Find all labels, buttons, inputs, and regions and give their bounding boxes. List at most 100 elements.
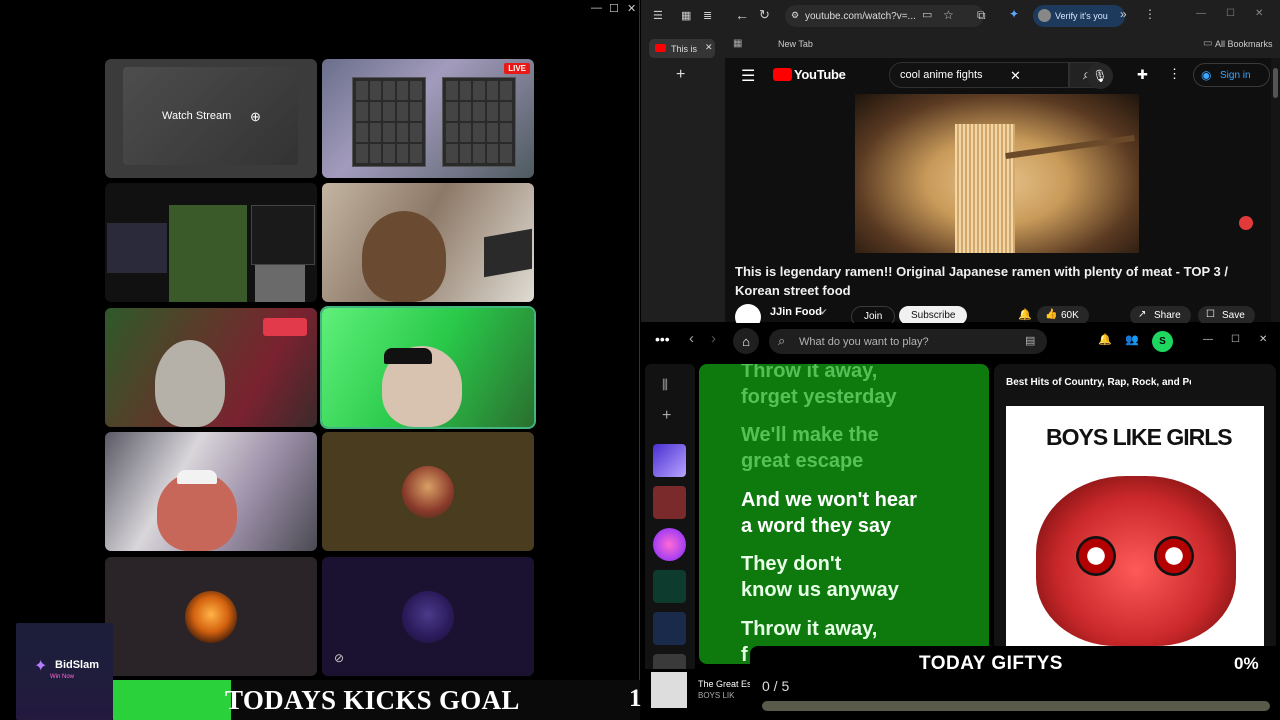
all-bookmarks[interactable]: All Bookmarks: [1215, 39, 1273, 49]
friends-activity-icon[interactable]: 👥: [1125, 333, 1139, 346]
menu-dots-icon[interactable]: ⋮: [1144, 7, 1156, 21]
notification-bell-icon[interactable]: 🔔: [1018, 308, 1032, 321]
playlist-title[interactable]: Best Hits of Country, Rap, Rock, and Po: [1006, 377, 1191, 388]
copilot-icon[interactable]: ✦: [1009, 7, 1019, 21]
voice-search-icon[interactable]: 🎙: [1087, 63, 1113, 89]
webcam-tile-2[interactable]: [105, 308, 317, 427]
site-info-icon[interactable]: ⚙: [791, 10, 799, 21]
like-count: 60K: [1061, 310, 1079, 321]
maximize-icon[interactable]: ☐: [609, 2, 619, 15]
lyric-line[interactable]: And we won't hear a word they say: [741, 487, 917, 539]
lyric-line[interactable]: They don't know us anyway: [741, 551, 899, 603]
save-icon: ☐: [1206, 309, 1215, 320]
new-tab-icon[interactable]: +: [676, 66, 685, 84]
webcam-tile-3[interactable]: [320, 306, 536, 429]
folder-icon: ▭: [1203, 38, 1213, 49]
webcam-tile-4[interactable]: [105, 432, 317, 551]
hamburger-menu-icon[interactable]: ☰: [741, 66, 755, 86]
thumbs-up-icon: 👍: [1045, 309, 1058, 320]
scrollbar[interactable]: [1271, 58, 1280, 322]
verify-button[interactable]: Verify it's you: [1033, 5, 1125, 27]
browse-icon[interactable]: ▤: [1025, 334, 1035, 347]
forward-chevron-icon[interactable]: ›: [711, 330, 716, 347]
create-icon[interactable]: ✚: [1137, 67, 1148, 83]
video-player[interactable]: [855, 94, 1139, 253]
chat-panel: [251, 205, 315, 265]
close-icon[interactable]: ✕: [1255, 8, 1263, 19]
close-icon[interactable]: ✕: [627, 2, 636, 15]
notifications-bell-icon[interactable]: 🔔: [1098, 333, 1112, 346]
kicks-goal-progress-bar: [113, 680, 231, 720]
now-playing-title[interactable]: The Great Es: [698, 679, 752, 689]
reload-icon[interactable]: ↻: [759, 7, 770, 23]
minimize-icon[interactable]: —: [1203, 334, 1213, 345]
profile-avatar[interactable]: S: [1152, 331, 1173, 352]
close-tab-icon[interactable]: ✕: [705, 42, 713, 53]
avatar-tile-3[interactable]: ⊘: [322, 557, 534, 676]
extensions-icon[interactable]: ⧉: [977, 8, 986, 23]
youtube-search-input[interactable]: cool anime fights ✕: [889, 62, 1069, 88]
tab-actions-icon[interactable]: ☰: [653, 9, 663, 22]
youtube-logo-text[interactable]: YouTube: [794, 67, 846, 82]
giftys-goal-overlay: TODAY GIFTYS 0% 0 / 5: [750, 646, 1280, 720]
vertical-tabs-icon[interactable]: ≣: [703, 9, 712, 22]
library-item[interactable]: [653, 612, 686, 645]
clear-search-icon[interactable]: ✕: [1010, 68, 1021, 84]
webcam-tile-1[interactable]: [322, 183, 534, 302]
close-icon[interactable]: ✕: [1259, 334, 1267, 345]
album-band-text: BOYS LIKE GIRLS: [1046, 424, 1233, 450]
sign-in-button[interactable]: ◉ Sign in: [1193, 63, 1270, 87]
menu-dots-icon[interactable]: •••: [655, 331, 670, 347]
user-avatar: [185, 590, 237, 643]
library-item[interactable]: [653, 570, 686, 603]
library-item[interactable]: [653, 528, 686, 561]
liked-songs-item[interactable]: [653, 444, 686, 477]
tab-youtube[interactable]: This is ✕: [649, 39, 715, 58]
mascot-eye: [1076, 536, 1116, 576]
stream-tile-game[interactable]: LIVE: [322, 59, 534, 178]
workspaces-icon[interactable]: ▦: [681, 9, 691, 22]
minimize-icon[interactable]: —: [591, 2, 602, 14]
now-playing-artist[interactable]: BOYS LIK: [698, 691, 734, 700]
watch-stream-label[interactable]: Watch Stream: [162, 110, 231, 122]
bookmark-new-tab[interactable]: New Tab: [778, 39, 813, 49]
stream-tile-dashboard[interactable]: [105, 183, 317, 302]
kicks-goal-overlay: TODAYS KICKS GOAL 1000: [113, 680, 679, 720]
address-text: youtube.com/watch?v=...: [805, 10, 916, 22]
apps-grid-icon[interactable]: ▦: [733, 38, 742, 49]
lyric-line[interactable]: Throw it away, forget yesterday: [741, 364, 897, 410]
now-playing-cover[interactable]: [651, 672, 687, 708]
thumbnail-grid: [107, 223, 167, 273]
minimize-icon[interactable]: —: [1196, 8, 1206, 19]
spotify-search-input[interactable]: ⌕ What do you want to play? ▤: [769, 329, 1047, 354]
youtube-logo-icon[interactable]: [773, 68, 792, 81]
address-bar[interactable]: ⚙ youtube.com/watch?v=...: [785, 5, 984, 27]
favorite-star-icon[interactable]: ☆: [943, 8, 954, 22]
back-chevron-icon[interactable]: ‹: [689, 330, 694, 347]
now-playing-bar: The Great Es BOYS LIK: [641, 669, 752, 720]
maximize-icon[interactable]: ☐: [1231, 334, 1240, 345]
more-options-icon[interactable]: ⋮: [1168, 66, 1181, 82]
avatar-tile-2[interactable]: [105, 557, 317, 676]
scrollbar-thumb[interactable]: [1273, 68, 1278, 98]
maximize-icon[interactable]: ☐: [1226, 8, 1235, 19]
lyric-line[interactable]: We'll make the great escape: [741, 422, 879, 474]
channel-name[interactable]: JJin Food: [770, 306, 822, 318]
library-item[interactable]: [653, 486, 686, 519]
back-icon[interactable]: ←: [735, 7, 749, 23]
watch-stream-icon[interactable]: ⊕: [250, 109, 261, 125]
more-chevron-icon[interactable]: »: [1120, 7, 1127, 21]
cursor-hand-icon: [1239, 216, 1253, 230]
participant-video: [362, 211, 446, 302]
sign-in-label: Sign in: [1220, 69, 1251, 81]
inventory-grid: [442, 77, 516, 167]
create-playlist-icon[interactable]: +: [662, 407, 671, 425]
search-icon: ⌕: [778, 333, 786, 348]
stream-tile-watch[interactable]: Watch Stream ⊕: [105, 59, 317, 178]
avatar-tile-1[interactable]: [322, 432, 534, 551]
cast-icon[interactable]: ▭: [922, 8, 932, 21]
save-label: Save: [1222, 310, 1245, 321]
browser-window: ☰ ▦ ≣ ← ↻ ⚙ youtube.com/watch?v=... ▭ ☆ …: [641, 0, 1280, 330]
home-icon[interactable]: ⌂: [733, 328, 759, 354]
library-icon[interactable]: ⫼: [662, 377, 668, 393]
